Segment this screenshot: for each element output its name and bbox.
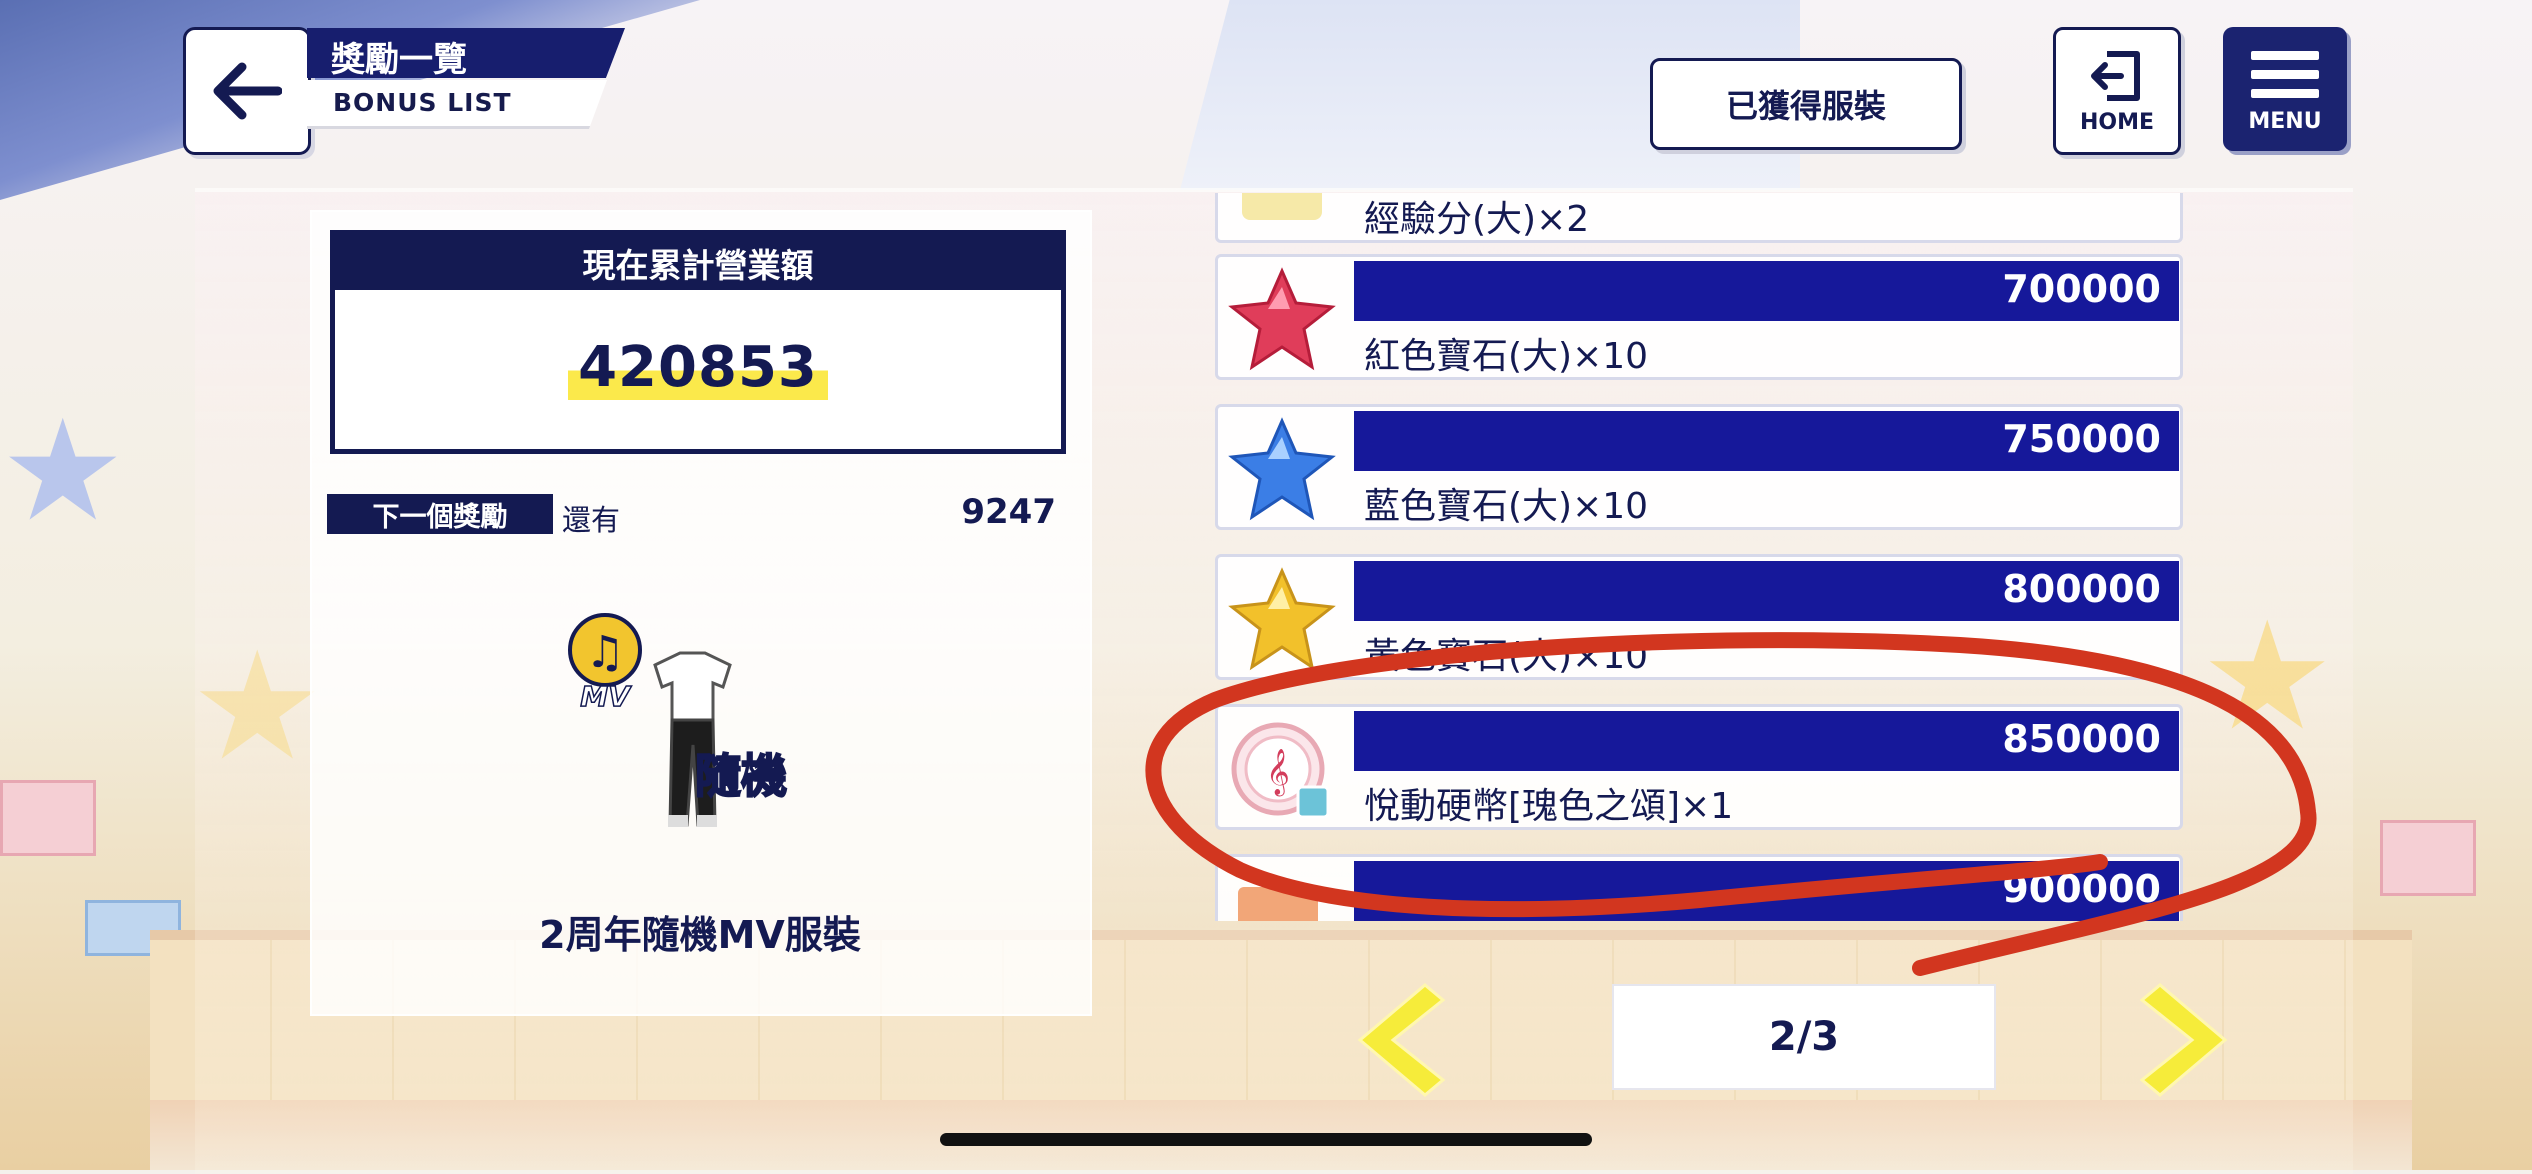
threshold-bar: 850000 (1354, 711, 2179, 771)
threshold-bar: 900000 (1354, 861, 2179, 921)
bonus-row-name: 藍色寶石(大)×10 (1364, 486, 1649, 527)
page-title-en: BONUS LIST (333, 88, 512, 117)
threshold-bar: 700000 (1354, 261, 2179, 321)
page-title: 獎勵一覽 (307, 28, 625, 78)
bonus-row-name: 經驗分(大)×2 (1364, 199, 1590, 240)
coin-icon: 𝄞 (1231, 722, 1330, 819)
threshold-bar: 800000 (1354, 561, 2179, 621)
bonus-threshold: 800000 (2002, 567, 2161, 611)
svg-text:♫: ♫ (585, 627, 624, 678)
mv-badge: MV (579, 679, 630, 714)
home-button[interactable]: HOME (2053, 27, 2181, 155)
home-indicator (940, 1133, 1592, 1146)
background-star-icon: ★ (0, 390, 126, 553)
svg-text:𝄞: 𝄞 (1266, 749, 1290, 797)
menu-label: MENU (2248, 109, 2322, 134)
page-indicator: 2/3 (1612, 984, 1996, 1090)
background-gift-box (0, 780, 96, 856)
bonus-row-name: 悅動硬幣[瑰色之頌]×1 (1364, 786, 1734, 827)
next-reward-image: ♫ MV 隨機 (565, 605, 805, 845)
bonus-row-name: 黃色寶石(大)×10 (1364, 636, 1649, 677)
bonus-row: 750000 藍色寶石(大)×10 (1215, 404, 2183, 530)
current-sales-box: 現在累計營業額 420853 (330, 230, 1066, 454)
previous-page-button[interactable] (1355, 980, 1446, 1100)
next-reward-name: 2周年隨機MV服裝 (539, 913, 861, 957)
threshold-bar: 750000 (1354, 411, 2179, 471)
next-reward-remaining-label: 還有 (562, 503, 621, 537)
bonus-row: 經驗分(大)×2 (1215, 193, 2183, 243)
bonus-list[interactable]: 經驗分(大)×2 700000 紅色寶石(大)×10 750000 藍色寶石(大… (1212, 193, 2190, 921)
page-title-zh: 獎勵一覽 (331, 40, 467, 80)
bonus-threshold: 900000 (2002, 867, 2161, 911)
menu-icon (2251, 51, 2319, 60)
page-subtitle: BONUS LIST (307, 80, 607, 129)
bonus-row: 800000 黃色寶石(大)×10 (1215, 554, 2183, 680)
ticket-icon (1238, 887, 1318, 921)
home-label: HOME (2079, 110, 2155, 135)
menu-button[interactable]: MENU (2223, 27, 2347, 151)
home-exit-icon (2091, 51, 2140, 101)
bonus-threshold: 750000 (2002, 417, 2161, 461)
bonus-row: 700000 紅色寶石(大)×10 (1215, 254, 2183, 380)
arrow-left-icon (213, 62, 282, 120)
obtained-outfits-button[interactable]: 已獲得服裝 (1650, 58, 1962, 150)
random-label: 隨機 (694, 748, 788, 804)
current-sales-value-wrap: 420853 (335, 335, 1061, 400)
next-page-button[interactable] (2139, 980, 2230, 1100)
bonus-row: 𝄞 850000 悅動硬幣[瑰色之頌]×1 (1215, 704, 2183, 830)
red-gem-icon (1228, 267, 1336, 371)
back-button[interactable] (183, 27, 311, 155)
bonus-threshold: 850000 (2002, 717, 2161, 761)
experience-icon (1242, 193, 1322, 220)
next-reward-tag: 下一個獎勵 (327, 494, 553, 534)
chevron-right-icon (2139, 983, 2228, 1097)
yellow-gem-icon (1228, 567, 1336, 671)
next-reward-remaining-value: 9247 (961, 492, 1056, 532)
bonus-threshold: 700000 (2002, 267, 2161, 311)
current-sales-value: 420853 (568, 335, 828, 400)
outfit-icon: ♫ (568, 613, 732, 827)
bonus-row-name: 紅色寶石(大)×10 (1364, 336, 1649, 377)
chevron-left-icon (1357, 983, 1446, 1097)
blue-gem-icon (1228, 417, 1336, 521)
menu-icon-bar (2251, 70, 2319, 79)
menu-icon-bar (2251, 89, 2319, 98)
bonus-row: 900000 (1215, 854, 2183, 921)
background-gift-box (2380, 820, 2476, 896)
current-sales-heading: 現在累計營業額 (335, 235, 1061, 290)
